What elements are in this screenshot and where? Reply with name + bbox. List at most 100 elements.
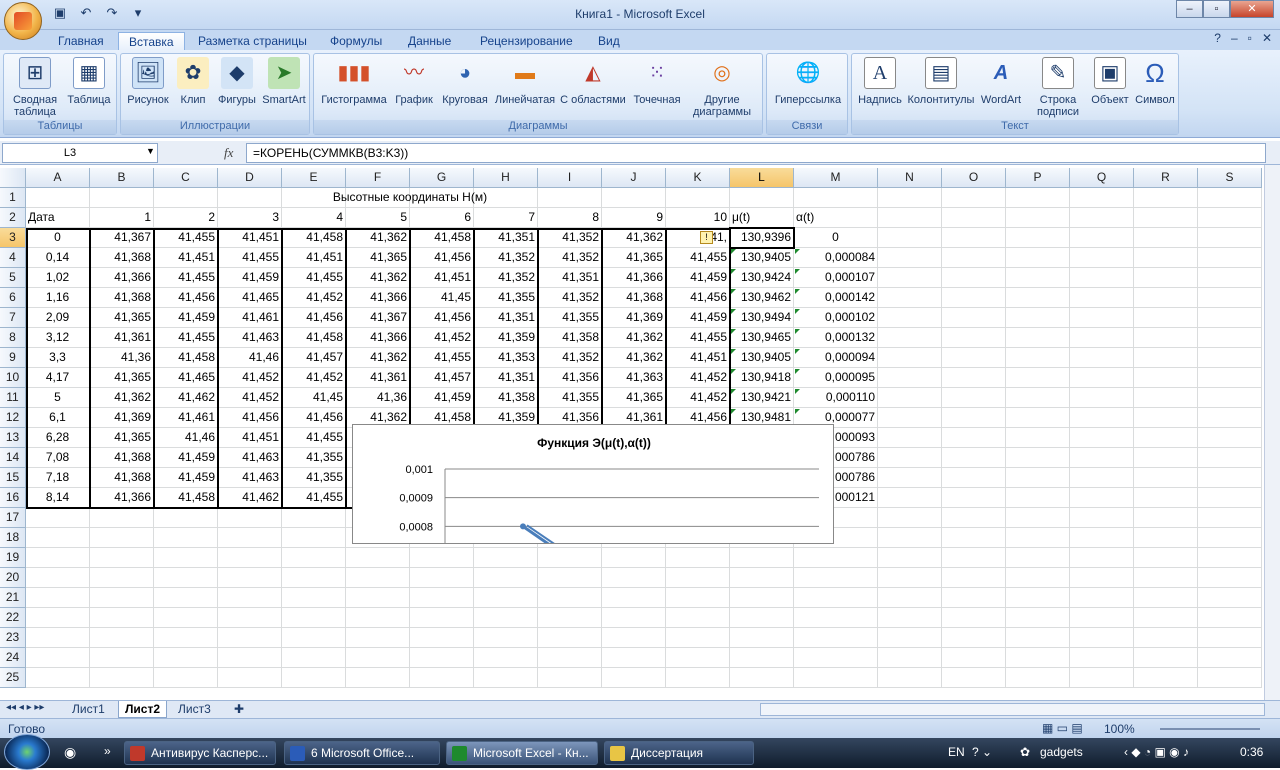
sheet-nav-icons[interactable]: ◂◂ ◂ ▸ ▸▸ — [6, 702, 44, 713]
zoom-slider[interactable] — [1160, 728, 1260, 730]
name-box-dropdown-icon[interactable]: ▼ — [146, 146, 155, 156]
cell[interactable]: 5 — [26, 388, 90, 408]
view-buttons[interactable]: ▦ ▭ ▤ — [1042, 721, 1083, 735]
cell[interactable]: 41,352 — [474, 268, 538, 288]
empty-cell[interactable] — [26, 588, 90, 608]
row-header[interactable]: 9 — [0, 348, 26, 368]
empty-cell[interactable] — [942, 408, 1006, 428]
empty-cell[interactable] — [26, 668, 90, 688]
empty-cell[interactable] — [942, 488, 1006, 508]
column-header[interactable]: I — [538, 168, 602, 188]
empty-cell[interactable] — [218, 568, 282, 588]
empty-cell[interactable] — [282, 508, 346, 528]
cell[interactable]: 41,456 — [410, 308, 474, 328]
empty-cell[interactable] — [90, 528, 154, 548]
gadgets-icon[interactable]: ✿ — [1020, 745, 1030, 759]
header-footer-button[interactable]: ▤ Колонтитулы — [906, 57, 976, 106]
empty-cell[interactable] — [1198, 328, 1262, 348]
empty-cell[interactable] — [90, 628, 154, 648]
cell[interactable]: 41,455 — [282, 488, 346, 508]
cell[interactable]: 0,000110 — [794, 388, 878, 408]
empty-cell[interactable] — [1006, 468, 1070, 488]
empty-cell[interactable] — [878, 348, 942, 368]
empty-cell[interactable] — [1006, 528, 1070, 548]
cell[interactable]: 41,366 — [602, 268, 666, 288]
cell[interactable]: 41,366 — [346, 288, 410, 308]
cell[interactable]: α(t) — [794, 208, 878, 228]
empty-cell[interactable] — [1070, 588, 1134, 608]
row-header[interactable]: 8 — [0, 328, 26, 348]
empty-cell[interactable] — [794, 188, 878, 208]
row-header[interactable]: 24 — [0, 648, 26, 668]
pivot-table-button[interactable]: ⊞ Сводная таблица — [8, 57, 62, 118]
cell[interactable]: 41,368 — [90, 288, 154, 308]
cell[interactable]: 41,45 — [410, 288, 474, 308]
cell[interactable]: 130,9424 — [730, 268, 794, 288]
firefox-icon[interactable]: ◉ — [64, 744, 76, 761]
cell[interactable]: 41,46 — [154, 428, 218, 448]
cell[interactable]: 130,9494 — [730, 308, 794, 328]
empty-cell[interactable] — [538, 648, 602, 668]
cell[interactable]: 41,355 — [282, 468, 346, 488]
empty-cell[interactable] — [602, 548, 666, 568]
symbol-button[interactable]: Ω Символ — [1132, 57, 1178, 106]
empty-cell[interactable] — [282, 668, 346, 688]
row-header[interactable]: 22 — [0, 608, 26, 628]
cell[interactable]: 8 — [538, 208, 602, 228]
empty-cell[interactable] — [1198, 448, 1262, 468]
empty-cell[interactable] — [1198, 668, 1262, 688]
ribbon-minimize-icon[interactable]: – — [1231, 31, 1238, 45]
smartart-button[interactable]: ➤ SmartArt — [259, 57, 309, 106]
empty-cell[interactable] — [1070, 468, 1134, 488]
empty-cell[interactable] — [1198, 568, 1262, 588]
empty-cell[interactable] — [666, 608, 730, 628]
empty-cell[interactable] — [1198, 468, 1262, 488]
cell[interactable]: 41,459 — [154, 308, 218, 328]
empty-cell[interactable] — [90, 568, 154, 588]
empty-cell[interactable] — [794, 648, 878, 668]
empty-cell[interactable] — [154, 668, 218, 688]
empty-cell[interactable] — [1070, 248, 1134, 268]
empty-cell[interactable] — [1006, 288, 1070, 308]
empty-cell[interactable] — [878, 568, 942, 588]
empty-cell[interactable] — [1070, 428, 1134, 448]
empty-cell[interactable] — [794, 568, 878, 588]
cell[interactable]: 41,365 — [90, 428, 154, 448]
empty-cell[interactable] — [1070, 668, 1134, 688]
empty-cell[interactable] — [1006, 248, 1070, 268]
empty-cell[interactable] — [282, 608, 346, 628]
cell[interactable]: 9 — [602, 208, 666, 228]
empty-cell[interactable] — [474, 588, 538, 608]
column-header[interactable]: H — [474, 168, 538, 188]
cell[interactable]: 41,459 — [666, 308, 730, 328]
empty-cell[interactable] — [794, 588, 878, 608]
cell[interactable]: 0 — [26, 228, 90, 248]
cell[interactable]: 6,1 — [26, 408, 90, 428]
empty-cell[interactable] — [1070, 288, 1134, 308]
empty-cell[interactable] — [1134, 188, 1198, 208]
empty-cell[interactable] — [1198, 608, 1262, 628]
clock[interactable]: 0:36 — [1240, 745, 1263, 759]
empty-cell[interactable] — [878, 508, 942, 528]
empty-cell[interactable] — [1070, 328, 1134, 348]
empty-cell[interactable] — [26, 568, 90, 588]
empty-cell[interactable] — [1198, 508, 1262, 528]
cell[interactable]: 41,352 — [538, 348, 602, 368]
empty-cell[interactable] — [282, 648, 346, 668]
empty-cell[interactable] — [730, 668, 794, 688]
empty-cell[interactable] — [1198, 308, 1262, 328]
empty-cell[interactable] — [1134, 288, 1198, 308]
cell[interactable]: 41,456 — [410, 248, 474, 268]
empty-cell[interactable] — [26, 608, 90, 628]
empty-cell[interactable] — [878, 328, 942, 348]
cell[interactable]: 41,451 — [410, 268, 474, 288]
cell[interactable]: 3,12 — [26, 328, 90, 348]
cell[interactable]: 41,459 — [410, 388, 474, 408]
empty-cell[interactable] — [1134, 248, 1198, 268]
row-header[interactable]: 20 — [0, 568, 26, 588]
cell[interactable]: 41,366 — [90, 268, 154, 288]
empty-cell[interactable] — [474, 608, 538, 628]
maximize-button[interactable]: ▫ — [1203, 0, 1230, 18]
cell[interactable]: 41,459 — [666, 268, 730, 288]
empty-cell[interactable] — [1006, 348, 1070, 368]
